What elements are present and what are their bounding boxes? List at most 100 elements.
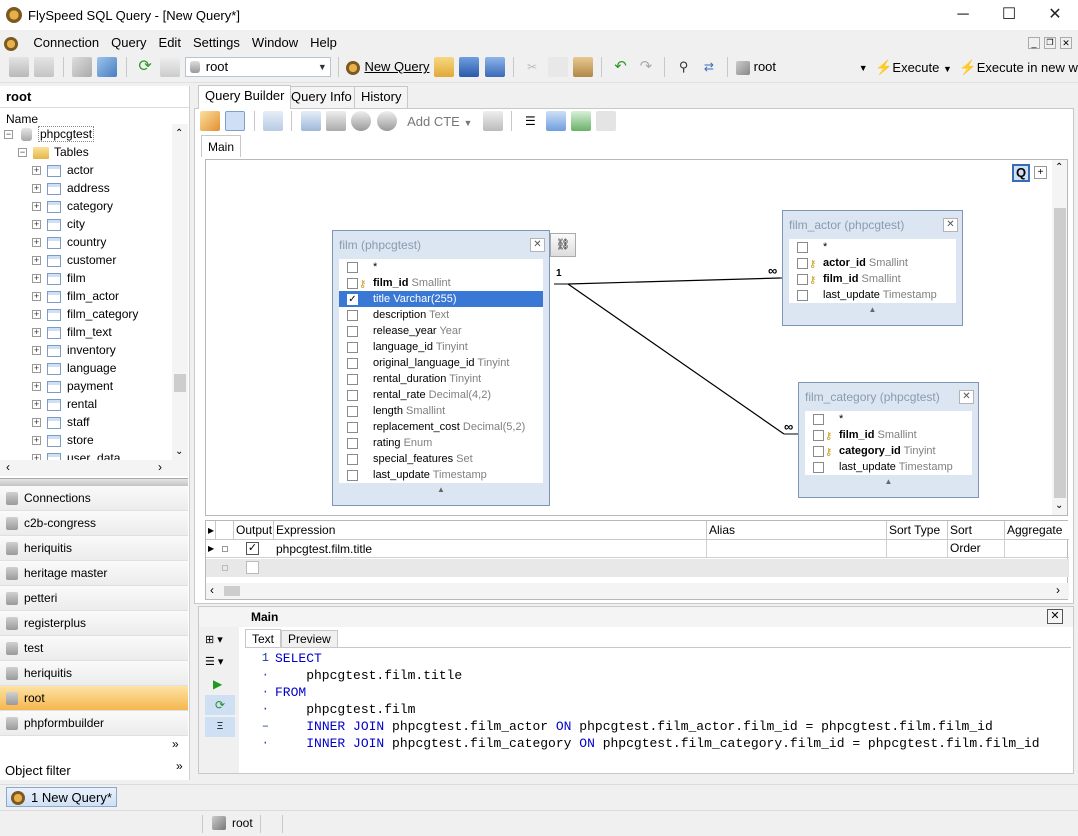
scroll-down-icon[interactable]: ⌄ [1055,500,1063,511]
table-row-empty[interactable] [206,559,1069,577]
field-checkbox[interactable] [347,406,358,417]
scroll-up-icon[interactable]: ▲ [333,483,549,497]
field-checkbox[interactable] [813,414,824,425]
expand-icon[interactable]: + [32,202,41,212]
tree-tables-node[interactable]: − Tables [18,143,89,161]
field-row[interactable]: ⚷ actor_id Smallint [789,255,956,271]
scroll-right-icon[interactable]: › [158,460,162,474]
output-checkbox[interactable]: ✓ [246,542,259,555]
field-row[interactable]: rating Enum [339,435,543,451]
sort-type-cell[interactable] [887,540,948,558]
expand-icon[interactable]: + [32,382,41,392]
execute-new-window-button[interactable]: ⚡Execute in new window [959,59,1078,76]
field-row[interactable]: ⚷ film_id Smallint [805,427,972,443]
mdi-restore-button[interactable]: ❐ [1044,37,1056,49]
field-checkbox[interactable]: ✓ [347,294,358,305]
object-filter-expand-icon[interactable]: » [176,759,183,773]
plug-icon[interactable] [72,57,93,77]
tree-table-actor[interactable]: + actor [32,161,94,179]
field-checkbox[interactable] [797,242,808,253]
field-checkbox[interactable] [347,390,358,401]
field-checkbox[interactable] [347,326,358,337]
tree-table-film-category[interactable]: + film_category [32,305,138,323]
tree-table-film-text[interactable]: + film_text [32,323,112,341]
tree-table-film[interactable]: + film [32,269,86,287]
object-filter-label[interactable]: Object filter [5,763,71,778]
close-icon[interactable]: ✕ [959,390,974,404]
add-union-icon[interactable] [351,111,372,131]
paste-layout-icon[interactable] [571,111,592,131]
field-checkbox[interactable] [347,262,358,273]
field-row[interactable]: language_id Tinyint [339,339,543,355]
table-row[interactable]: ▶ ✓ phpcgtest.film.title [206,540,1069,558]
close-icon[interactable]: ✕ [530,238,545,252]
expression-cell[interactable]: phpcgtest.film.title [274,540,707,558]
list-icon[interactable] [482,111,503,131]
document-tab[interactable]: 1 New Query* [6,787,117,807]
redo-icon[interactable]: ↷ [636,57,656,77]
connection-item[interactable]: phpformbuilder [0,711,188,736]
scroll-up-icon[interactable]: ▲ [783,303,962,317]
field-checkbox[interactable] [347,358,358,369]
tab-query-builder[interactable]: Query Builder [198,85,292,109]
undo-icon[interactable]: ↶ [611,57,631,77]
field-row[interactable]: last_update Timestamp [789,287,956,303]
field-checkbox[interactable] [347,438,358,449]
expand-icon[interactable]: + [32,310,41,320]
tree-view[interactable]: − phpcgtest − Tables + actor + address + catego… [0,124,172,460]
expand-icon[interactable]: + [32,346,41,356]
grid-col-alias[interactable]: Alias [707,521,887,539]
field-row[interactable]: rental_rate Decimal(4,2) [339,387,543,403]
grid-col-sort-type[interactable]: Sort Type [887,521,948,539]
field-checkbox[interactable] [347,454,358,465]
disconnect-icon[interactable] [34,57,55,77]
field-checkbox[interactable] [797,274,808,285]
field-row[interactable]: ⚷ film_id Smallint [339,275,543,291]
plug-edit-icon[interactable] [97,57,118,77]
menu-connection[interactable]: Connection [27,32,105,54]
replace-icon[interactable]: ⇄ [699,57,719,77]
close-icon[interactable]: ✕ [943,218,958,232]
sql-mode-icon[interactable]: Ξ [205,717,235,737]
field-row[interactable]: length Smallint [339,403,543,419]
tree-table-language[interactable]: + language [32,359,116,377]
table-film-category[interactable]: film_category (phpcgtest) ✕ * ⚷ film_id Sm… [798,382,979,498]
expand-icon[interactable]: + [32,274,41,284]
tree-table-staff[interactable]: + staff [32,413,89,431]
tree-database[interactable]: − phpcgtest [4,125,95,143]
database-icon[interactable] [160,57,181,77]
scroll-thumb[interactable] [174,374,186,392]
connection-item[interactable]: root [0,686,188,711]
scroll-thumb[interactable] [224,586,240,596]
grid-col-output[interactable]: Output [234,521,274,539]
field-row[interactable]: last_update Timestamp [805,459,972,475]
expand-icon[interactable]: + [32,418,41,428]
scroll-left-icon[interactable]: ‹ [6,460,10,474]
expand-icon[interactable]: + [32,436,41,446]
properties-icon[interactable] [263,111,284,131]
close-button[interactable]: ✕ [1032,0,1078,30]
field-row[interactable]: last_update Timestamp [339,467,543,483]
sort-order-cell[interactable] [948,540,1005,558]
tree-vertical-scrollbar[interactable]: ⌃ ⌄ [172,124,188,460]
tree-table-rental[interactable]: + rental [32,395,97,413]
tab-query-info[interactable]: Query Info [284,86,359,108]
alias-cell[interactable] [707,540,887,558]
minimize-button[interactable]: ─ [940,0,986,30]
mdi-minimize-button[interactable]: _ [1028,37,1040,49]
field-checkbox[interactable] [347,422,358,433]
design-view-icon[interactable] [225,111,246,131]
clear-layout-icon[interactable] [596,111,617,131]
format-icon[interactable]: ☰ ▾ [205,655,223,668]
expand-icon[interactable]: + [32,256,41,266]
tree-table-store[interactable]: + store [32,431,94,449]
menu-query[interactable]: Query [105,32,152,54]
field-checkbox[interactable] [813,430,824,441]
add-subquery-icon[interactable] [376,111,397,131]
link-toggle-button[interactable]: ⛓ [550,233,576,257]
grid-col-expression[interactable]: Expression [274,521,707,539]
tree-table-category[interactable]: + category [32,197,113,215]
cut-icon[interactable]: ✂ [522,57,542,77]
field-checkbox[interactable] [347,342,358,353]
field-row[interactable]: replacement_cost Decimal(5,2) [339,419,543,435]
